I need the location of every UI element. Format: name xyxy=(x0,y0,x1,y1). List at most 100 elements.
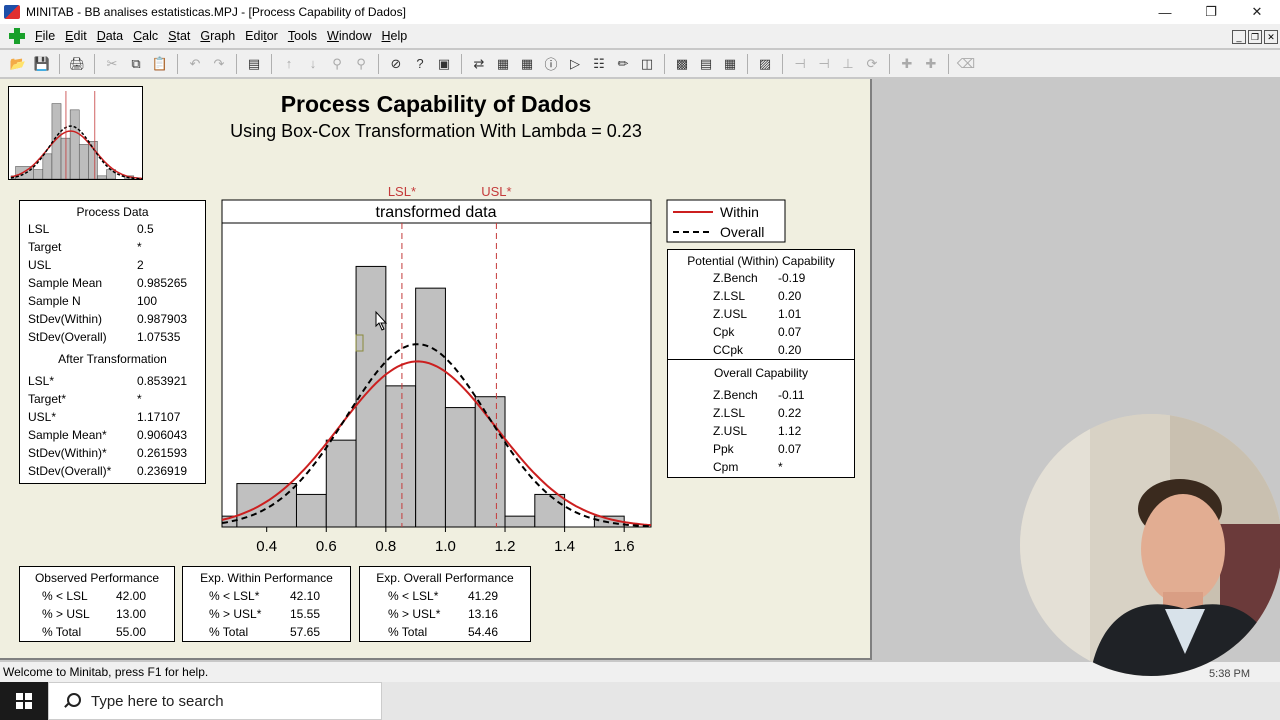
after-transformation-header: After Transformation xyxy=(58,352,167,366)
usl-label: USL* xyxy=(481,184,511,199)
start-button[interactable] xyxy=(0,682,48,720)
toolbar-separator xyxy=(236,53,237,74)
status-bar: Welcome to Minitab, press F1 for help. 5… xyxy=(0,662,1280,682)
save-icon[interactable]: 💾 xyxy=(32,54,52,74)
menu-help[interactable]: Help xyxy=(377,25,413,47)
show-graphs-icon[interactable]: ▩ xyxy=(672,54,692,74)
histogram-bar xyxy=(325,439,357,528)
menu-data[interactable]: Data xyxy=(92,25,128,47)
stat-label: Sample Mean xyxy=(28,276,103,290)
undo-icon[interactable]: ↶ xyxy=(185,54,205,74)
menu-tools[interactable]: Tools xyxy=(283,25,322,47)
eraser-icon[interactable]: ⌫ xyxy=(956,54,976,74)
graphs-icon[interactable]: ▦ xyxy=(517,54,537,74)
histogram-bar xyxy=(444,407,476,528)
stat-label: Z.USL xyxy=(713,424,748,438)
copy-icon[interactable]: ⧉ xyxy=(126,54,146,74)
stat-value: 1.01 xyxy=(778,307,802,321)
mdi-close-button[interactable]: ✕ xyxy=(1264,30,1278,44)
worksheet-icon[interactable]: ▦ xyxy=(493,54,513,74)
stat-value: 0.236919 xyxy=(137,464,188,478)
help-icon[interactable]: ? xyxy=(410,54,430,74)
mdi-restore-button[interactable]: ❐ xyxy=(1248,30,1262,44)
menu-window[interactable]: Window xyxy=(322,25,376,47)
cut-icon[interactable]: ✂ xyxy=(102,54,122,74)
show-folder-icon[interactable]: ▤ xyxy=(696,54,716,74)
divider xyxy=(668,359,854,360)
menu-graph[interactable]: Graph xyxy=(195,25,240,47)
arrow-up-icon[interactable]: ↑ xyxy=(279,54,299,74)
search-input[interactable] xyxy=(91,692,371,710)
stat-value: 41.29 xyxy=(468,589,499,603)
menu-file[interactable]: File xyxy=(30,25,60,47)
toolbar-separator xyxy=(177,53,178,74)
x-tick-label: 1.2 xyxy=(495,538,516,555)
histogram-bar xyxy=(415,287,446,528)
minimize-button[interactable]: — xyxy=(1142,0,1188,24)
stat-value: 0.261593 xyxy=(137,446,188,460)
session-window-icon[interactable]: ⇄ xyxy=(469,54,489,74)
taskbar-search[interactable] xyxy=(48,682,382,720)
open-folder-icon[interactable]: 📂 xyxy=(8,54,28,74)
edit-last-dialog-icon[interactable]: ▤ xyxy=(244,54,264,74)
redo-icon[interactable]: ↷ xyxy=(209,54,229,74)
print-icon[interactable]: 🖨 xyxy=(67,54,87,74)
manage-graphs-icon[interactable]: ▨ xyxy=(755,54,775,74)
find-icon[interactable]: ⚲ xyxy=(327,54,347,74)
stat-label: StDev(Overall)* xyxy=(28,464,112,478)
window-title: MINITAB - BB analises estatisticas.MPJ -… xyxy=(26,5,406,19)
menu-bar: File Edit Data Calc Stat Graph Editor To… xyxy=(0,24,1280,48)
legend-within-label: Within xyxy=(720,204,759,220)
stat-value: 0.20 xyxy=(778,343,802,357)
row-id-icon[interactable]: ⊥ xyxy=(838,54,858,74)
plus-icon[interactable] xyxy=(8,27,26,45)
histogram-bar xyxy=(534,493,566,528)
toolbar-separator xyxy=(747,53,748,74)
graph-window[interactable]: Process Capability of Dados Using Box-Co… xyxy=(0,79,872,660)
history-icon[interactable]: ▷ xyxy=(565,54,585,74)
find-next-icon[interactable]: ⚲ xyxy=(351,54,371,74)
mdi-minimize-button[interactable]: _ xyxy=(1232,30,1246,44)
windows-logo-icon xyxy=(16,693,32,709)
cancel-icon[interactable]: ⊘ xyxy=(386,54,406,74)
arrow-down-icon[interactable]: ↓ xyxy=(303,54,323,74)
stat-label: Z.LSL xyxy=(713,289,746,303)
histogram-bar xyxy=(474,396,506,528)
restore-button[interactable]: ❐ xyxy=(1188,0,1234,24)
related-docs-icon[interactable]: ✏ xyxy=(613,54,633,74)
menu-calc[interactable]: Calc xyxy=(128,25,163,47)
stat-label: Cpk xyxy=(713,325,735,339)
stat-value: * xyxy=(137,392,142,406)
menu-edit[interactable]: Edit xyxy=(60,25,92,47)
search-icon xyxy=(63,693,81,709)
stat-label: CCpk xyxy=(713,343,744,357)
x-tick-label: 1.6 xyxy=(614,538,635,555)
report-pad-icon[interactable]: ☷ xyxy=(589,54,609,74)
observed-performance-box: Observed Performance % < LSL 42.00 % > USL… xyxy=(19,566,175,642)
show-worksheets-icon[interactable]: ▦ xyxy=(720,54,740,74)
stat-label: Sample Mean* xyxy=(28,428,107,442)
brush-icon[interactable]: ⊣ xyxy=(790,54,810,74)
clear-brush-icon[interactable]: ⟳ xyxy=(862,54,882,74)
stat-label: StDev(Within)* xyxy=(28,446,107,460)
legend-overall-label: Overall xyxy=(720,224,764,240)
info-icon[interactable]: ⓘ xyxy=(541,54,561,74)
stat-label: StDev(Overall) xyxy=(28,330,107,344)
status-time: 5:38 PM xyxy=(1209,668,1250,680)
stat-label: % < LSL* xyxy=(209,589,260,603)
potential-capability-header: Potential (Within) Capability xyxy=(687,254,835,268)
menu-stat[interactable]: Stat xyxy=(163,25,195,47)
project-manager-icon[interactable]: ◫ xyxy=(637,54,657,74)
set-id-icon[interactable]: ⊣ xyxy=(814,54,834,74)
select-icon[interactable]: ✚ xyxy=(921,54,941,74)
stat-value: * xyxy=(778,460,783,474)
crosshair-icon[interactable]: ✚ xyxy=(897,54,917,74)
menu-editor[interactable]: Editor xyxy=(240,25,283,47)
close-button[interactable]: ✕ xyxy=(1234,0,1280,24)
stat-guide-icon[interactable]: ▣ xyxy=(434,54,454,74)
paste-icon[interactable]: 📋 xyxy=(150,54,170,74)
stat-label: Z.Bench xyxy=(713,388,758,402)
exp-within-performance-header: Exp. Within Performance xyxy=(200,571,333,585)
stat-value: 2 xyxy=(137,258,144,272)
stat-label: Z.LSL xyxy=(713,406,746,420)
